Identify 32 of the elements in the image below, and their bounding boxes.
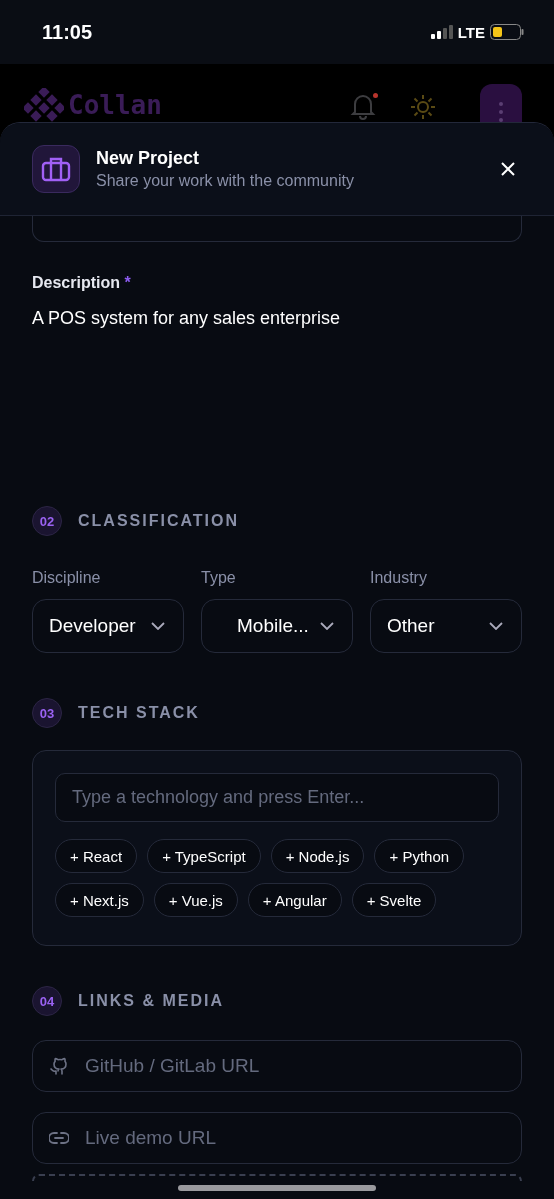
- description-field[interactable]: A POS system for any sales enterprise: [32, 308, 522, 486]
- select-field[interactable]: Mobile...: [201, 599, 353, 653]
- url-field[interactable]: Live demo URL: [32, 1112, 522, 1164]
- select-label: Industry: [370, 569, 428, 587]
- section-title: CLASSIFICATION: [78, 512, 240, 530]
- url-input[interactable]: GitHub / GitLab URL: [83, 1054, 505, 1078]
- network-label: LTE: [457, 23, 485, 41]
- section-title: TECH STACK: [78, 704, 200, 722]
- select-label: Discipline: [32, 569, 102, 587]
- sheet-subtitle: Share your work with the community: [96, 172, 355, 190]
- description-label: Description *: [32, 274, 132, 292]
- suggestion-chip[interactable]: + React: [55, 839, 138, 873]
- suggestion-chip[interactable]: + Python: [374, 839, 465, 873]
- suggestion-chip[interactable]: + Node.js: [270, 839, 365, 873]
- step-number: 02: [32, 506, 62, 536]
- sheet-title: New Project: [96, 148, 201, 169]
- select-field[interactable]: Other: [370, 599, 522, 653]
- step-number: 04: [32, 986, 62, 1016]
- select-label: Type: [201, 569, 237, 587]
- section-title: LINKS & MEDIA: [78, 992, 224, 1010]
- brand-name: Collan: [68, 89, 162, 122]
- step-number: 03: [32, 698, 62, 728]
- suggestion-chip[interactable]: + Svelte: [351, 883, 437, 917]
- suggestion-chip[interactable]: + Next.js: [55, 883, 144, 917]
- select-field[interactable]: Developer: [32, 599, 184, 653]
- suggestion-chip[interactable]: + TypeScript: [147, 839, 261, 873]
- url-field[interactable]: GitHub / GitLab URL: [32, 1040, 522, 1092]
- technology-input[interactable]: Type a technology and press Enter...: [55, 773, 499, 822]
- suggestion-chip[interactable]: + Vue.js: [153, 883, 238, 917]
- url-input[interactable]: Live demo URL: [83, 1126, 505, 1150]
- status-time: 11:05: [42, 20, 93, 44]
- suggestion-chip[interactable]: + Angular: [247, 883, 342, 917]
